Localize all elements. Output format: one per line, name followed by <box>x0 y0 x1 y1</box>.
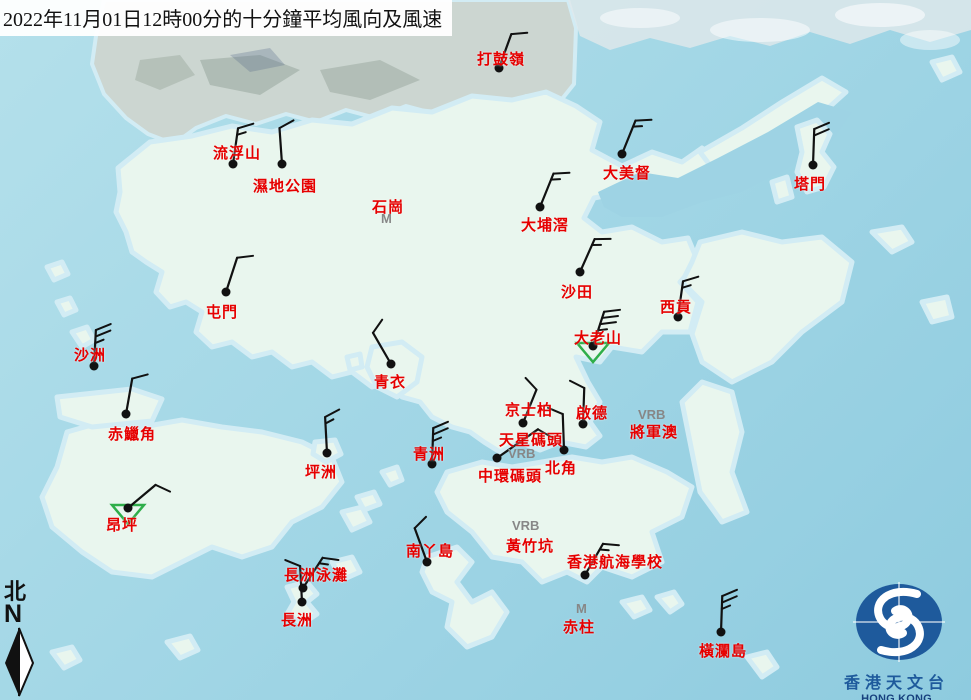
compass-needle-icon <box>2 626 42 698</box>
station-label-sai-kung: 西貢 <box>660 296 692 317</box>
station-marker-shek-kong: M <box>381 211 392 226</box>
station-label-peng-chau: 坪洲 <box>305 461 337 482</box>
station-label-tsing-yi: 青衣 <box>374 371 406 392</box>
map-title: 2022年11月01日12時00分的十分鐘平均風向及風速 <box>0 0 452 36</box>
station-marker-star-ferry: VRB <box>508 446 535 461</box>
station-label-tates-cairn: 大老山 <box>574 327 622 348</box>
station-label-stanley: 赤柱 <box>563 616 595 637</box>
station-label-hk-sea-school: 香港航海學校 <box>567 551 663 572</box>
hko-logo-icon <box>822 572 971 664</box>
station-label-kai-tak: 啟德 <box>576 402 608 423</box>
station-label-tseung-kwan-o: 將軍澳 <box>630 421 678 442</box>
station-label-sha-tin: 沙田 <box>561 281 593 302</box>
station-marker-wong-chuk-hang: VRB <box>512 518 539 533</box>
station-label-north-point: 北角 <box>545 457 577 478</box>
station-label-lau-fau-shan: 流浮山 <box>213 142 261 163</box>
station-label-central-pier: 中環碼頭 <box>478 465 542 486</box>
station-label-tuen-mun: 屯門 <box>206 301 238 322</box>
station-label-wetland-park: 濕地公園 <box>253 175 317 196</box>
station-label-green-island: 青洲 <box>413 443 445 464</box>
wind-map: 流浮山濕地公園石崗M打鼓嶺大美督塔門大埔滘沙田西貢大老山屯門沙洲赤鱲角青衣昂坪坪… <box>0 0 971 700</box>
station-label-tai-po-kau: 大埔滘 <box>521 214 569 235</box>
hko-english-name: HONG KONG OBSERVATORY <box>822 693 971 700</box>
station-label-cheung-chau: 長洲 <box>281 609 313 630</box>
station-label-ngong-ping: 昂坪 <box>106 514 138 535</box>
station-label-tai-mei-tuk: 大美督 <box>603 162 651 183</box>
station-marker-tseung-kwan-o: VRB <box>638 407 665 422</box>
station-label-ta-kwu-ling: 打鼓嶺 <box>477 48 525 69</box>
north-letter-label: N <box>4 603 42 626</box>
station-label-chek-lap-kok: 赤鱲角 <box>108 423 156 444</box>
station-label-sha-chau: 沙洲 <box>74 344 106 365</box>
station-label-cheung-chau-beach: 長洲泳灘 <box>284 564 348 585</box>
station-label-kings-park: 京士柏 <box>505 399 553 420</box>
station-label-tap-mun: 塔門 <box>794 173 826 194</box>
north-compass: 北 N <box>2 581 42 700</box>
station-label-wong-chuk-hang: 黃竹坑 <box>506 535 554 556</box>
station-marker-stanley: M <box>576 601 587 616</box>
station-label-waglan-island: 橫瀾島 <box>699 640 747 661</box>
hko-logo: 香港天文台 HONG KONG OBSERVATORY <box>822 572 971 700</box>
hko-chinese-name: 香港天文台 <box>822 669 971 693</box>
station-label-lamma-island: 南丫島 <box>406 540 454 561</box>
